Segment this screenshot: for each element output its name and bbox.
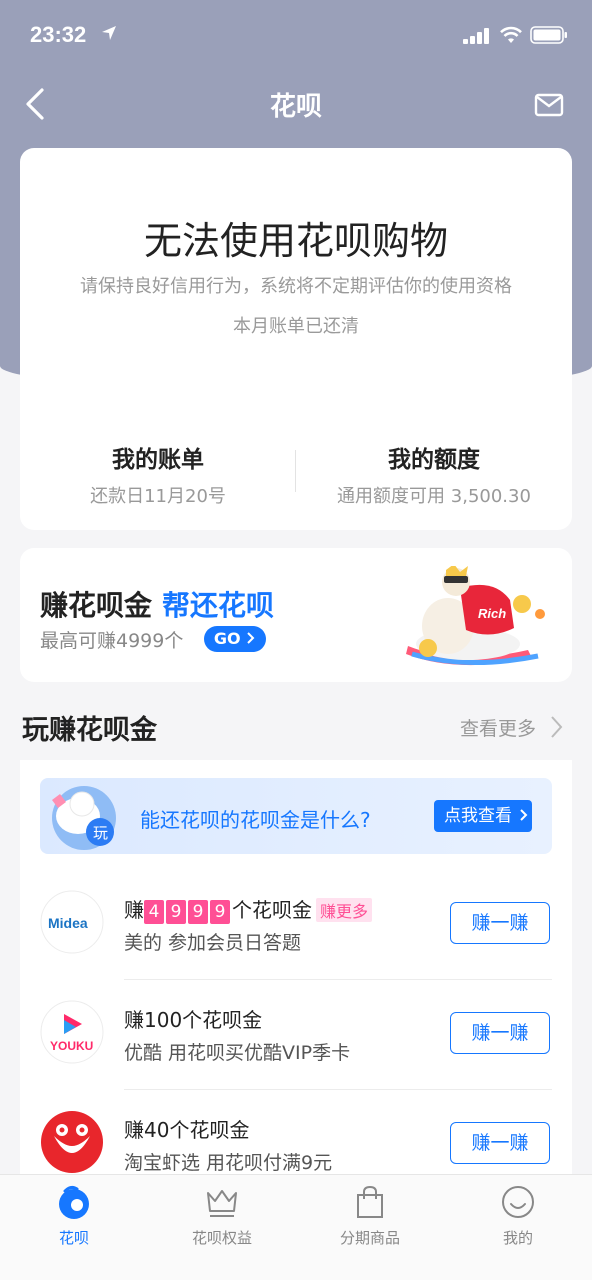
tab-label: 分期商品 xyxy=(339,1229,400,1247)
wifi-icon xyxy=(500,26,522,43)
chevron-right-icon xyxy=(551,716,563,738)
promo-title: 赚花呗金 帮还花呗 xyxy=(40,584,274,624)
earn-button[interactable]: 赚一赚 xyxy=(450,1012,550,1054)
status-bar: 23:32 xyxy=(0,0,592,72)
tab-mine[interactable]: 我的 xyxy=(444,1183,592,1248)
banner-view-button[interactable]: 点我查看 xyxy=(434,800,532,832)
huabei-gold-info-banner[interactable]: 玩 能还花呗的花呗金是什么? 点我查看 xyxy=(40,778,552,854)
banner-text: 能还花呗的花呗金是什么? xyxy=(140,808,371,832)
midea-logo: Midea xyxy=(40,890,104,954)
task-subtitle: 淘宝虾选 用花呗付满9元 xyxy=(124,1152,333,1174)
status-note: 本月账单已还清 xyxy=(233,316,359,337)
highlight-digit: 9 xyxy=(166,900,186,924)
view-more-link[interactable]: 查看更多 xyxy=(460,714,536,741)
highlight-digit: 4 xyxy=(144,900,164,924)
navigation-bar: 花呗 xyxy=(0,72,592,136)
my-bill-title: 我的账单 xyxy=(112,447,204,473)
tab-label: 花呗 xyxy=(58,1229,89,1247)
task-title: 赚 4 9 9 9 个花呗金 赚更多 xyxy=(124,894,373,924)
tab-label: 我的 xyxy=(502,1229,533,1247)
my-limit-entry[interactable]: 我的额度 通用额度可用 3,500.30 xyxy=(296,440,572,508)
huabei-status-card: 无法使用花呗购物 请保持良好信用行为，系统将不定期评估你的使用资格 本月账单已还… xyxy=(20,148,572,530)
bear-float-icon: 玩 xyxy=(52,786,116,850)
chevron-right-icon xyxy=(520,809,528,821)
tab-label: 花呗权益 xyxy=(191,1229,252,1247)
smiley-icon xyxy=(502,1186,534,1218)
page-title: 花呗 xyxy=(269,92,322,122)
tab-installment-products[interactable]: 分期商品 xyxy=(296,1183,444,1248)
earn-button[interactable]: 赚一赚 xyxy=(450,1122,550,1164)
tab-huabei-benefits[interactable]: 花呗权益 xyxy=(148,1183,296,1248)
my-bill-entry[interactable]: 我的账单 还款日11月20号 xyxy=(20,440,296,508)
banner-view-label: 点我查看 xyxy=(444,806,512,826)
go-button-label: GO xyxy=(213,629,241,648)
mail-icon[interactable] xyxy=(534,92,564,118)
banner-icon-label: 玩 xyxy=(93,824,108,842)
cellular-signal-icon xyxy=(463,28,489,44)
task-title: 赚40个花呗金 xyxy=(124,1118,250,1142)
youku-logo-text: YOUKU xyxy=(50,1039,93,1053)
shopping-bag-icon xyxy=(357,1185,383,1218)
earn-button[interactable]: 赚一赚 xyxy=(450,902,550,944)
task-item: YOUKU 赚100个花呗金 优酷 用花呗买优酷VIP季卡 赚一赚 xyxy=(20,980,572,1090)
highlight-digit: 9 xyxy=(210,900,230,924)
promo-title-highlight: 帮还花呗 xyxy=(162,589,275,622)
go-button[interactable]: GO xyxy=(204,626,266,652)
crown-icon xyxy=(207,1190,237,1217)
huabei-icon xyxy=(59,1185,89,1219)
earn-more-badge: 赚更多 xyxy=(316,898,373,922)
chevron-right-icon xyxy=(247,632,255,644)
status-time: 23:32 xyxy=(30,22,87,47)
task-subtitle: 优酷 用花呗买优酷VIP季卡 xyxy=(124,1042,351,1064)
promo-subtitle: 最高可赚4999个 xyxy=(40,630,184,652)
midea-logo-text: Midea xyxy=(48,915,88,931)
task-title-suffix: 个花呗金 xyxy=(232,898,312,922)
earn-huabei-gold-promo[interactable]: 赚花呗金 帮还花呗 最高可赚4999个 GO Rich xyxy=(20,548,572,682)
status-title: 无法使用花呗购物 xyxy=(143,219,448,263)
task-item: Midea 赚 4 9 9 9 个花呗金 赚更多 美的 参加会员日答题 赚一赚 xyxy=(20,870,572,980)
bottom-tab-bar: 花呗 花呗权益 分期商品 我的 xyxy=(0,1174,592,1280)
mascot-illustration: Rich xyxy=(406,566,545,666)
earn-tasks-list: 玩 能还花呗的花呗金是什么? 点我查看 Midea 赚 4 9 9 9 个花呗金 赚更多 美… xyxy=(20,760,572,1180)
taobao-xiaxuan-logo xyxy=(41,1111,103,1173)
tab-huabei[interactable]: 花呗 xyxy=(0,1183,148,1248)
task-title: 赚100个花呗金 xyxy=(124,1008,263,1032)
my-limit-title: 我的额度 xyxy=(388,447,480,473)
promo-title-main: 赚花呗金 xyxy=(40,589,153,622)
my-bill-subtitle: 还款日11月20号 xyxy=(90,486,226,507)
location-arrow-icon xyxy=(102,26,116,40)
my-limit-subtitle: 通用额度可用 3,500.30 xyxy=(337,486,531,507)
mascot-rich-text: Rich xyxy=(478,606,506,621)
highlight-digit: 9 xyxy=(188,900,208,924)
section-title: 玩赚花呗金 xyxy=(22,715,157,746)
status-description: 请保持良好信用行为，系统将不定期评估你的使用资格 xyxy=(80,276,512,297)
task-title-prefix: 赚 xyxy=(124,898,144,922)
battery-icon xyxy=(530,26,567,44)
youku-logo: YOUKU xyxy=(40,1000,104,1064)
task-subtitle: 美的 参加会员日答题 xyxy=(124,932,302,954)
